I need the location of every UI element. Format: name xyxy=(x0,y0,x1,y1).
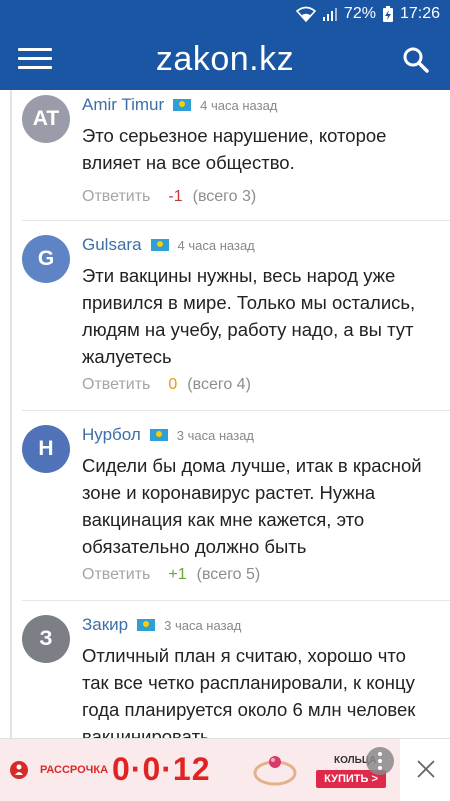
comment-total-votes: (всего 4) xyxy=(187,376,251,393)
reply-button[interactable]: Ответить xyxy=(82,376,150,394)
comment-time: 4 часа назад xyxy=(200,97,278,113)
person-icon xyxy=(10,761,28,779)
close-icon[interactable] xyxy=(414,757,438,781)
comment-author[interactable]: Amir Timur xyxy=(82,95,164,115)
comment-score: +1 xyxy=(168,566,187,583)
comment-time: 3 часа назад xyxy=(164,617,242,633)
comment-author[interactable]: Gulsara xyxy=(82,235,142,255)
battery-charging-icon xyxy=(382,6,393,22)
kazakhstan-flag-icon xyxy=(173,99,192,111)
comment-text: Это серьезное нарушение, которое влияет … xyxy=(82,125,387,173)
ad-brand: РАССРОЧКА xyxy=(40,764,109,776)
ring-icon xyxy=(253,756,297,786)
divider xyxy=(22,600,450,601)
comment-text: Эти вакцины нужны, весь народ уже привил… xyxy=(82,265,416,367)
avatar: З xyxy=(22,615,70,663)
signal-icon xyxy=(322,8,337,21)
comment-text: Сидели бы дома лучше, итак в красной зон… xyxy=(82,455,422,557)
reply-button[interactable]: Ответить xyxy=(82,188,150,206)
site-title[interactable]: zakon.kz xyxy=(0,40,450,79)
clock: 17:26 xyxy=(399,5,440,22)
status-bar: 72% 17:26 xyxy=(0,0,450,30)
ad-banner[interactable]: РАССРОЧКА 0·0·12 КОЛЬЦА КУПИТЬ > xyxy=(0,738,450,801)
thread-line xyxy=(10,90,12,738)
comment-author[interactable]: Нурбол xyxy=(82,425,141,445)
ad-creative[interactable]: РАССРОЧКА 0·0·12 КОЛЬЦА КУПИТЬ > xyxy=(0,739,400,801)
more-options-icon[interactable] xyxy=(366,747,394,775)
comment-author[interactable]: Закир xyxy=(82,615,128,635)
divider xyxy=(22,410,450,411)
divider xyxy=(22,220,450,221)
search-icon[interactable] xyxy=(402,46,430,74)
comment-total-votes: (всего 5) xyxy=(196,566,261,583)
avatar: Н xyxy=(22,425,70,473)
avatar: G xyxy=(22,235,70,283)
avatar: AT xyxy=(22,95,70,143)
kazakhstan-flag-icon xyxy=(150,239,169,251)
battery-percent: 72% xyxy=(343,5,376,22)
comment-score: 0 xyxy=(168,376,178,393)
comment-score: -1 xyxy=(168,188,183,205)
app-bar: zakon.kz xyxy=(0,30,450,90)
ad-promo: 0·0·12 xyxy=(112,751,211,787)
comment-time: 3 часа назад xyxy=(176,427,255,443)
comments-list: AT Amir Timur 4 часа назад Это серьезное… xyxy=(0,90,450,738)
comment-total-votes: (всего 3) xyxy=(192,188,257,205)
kazakhstan-flag-icon xyxy=(137,619,156,631)
kazakhstan-flag-icon xyxy=(149,429,168,441)
comment-time: 4 часа назад xyxy=(177,237,255,253)
reply-button[interactable]: Ответить xyxy=(82,566,150,584)
wifi-icon xyxy=(295,6,316,22)
comment-text: Отличный план я считаю, хорошо что так в… xyxy=(82,645,416,738)
